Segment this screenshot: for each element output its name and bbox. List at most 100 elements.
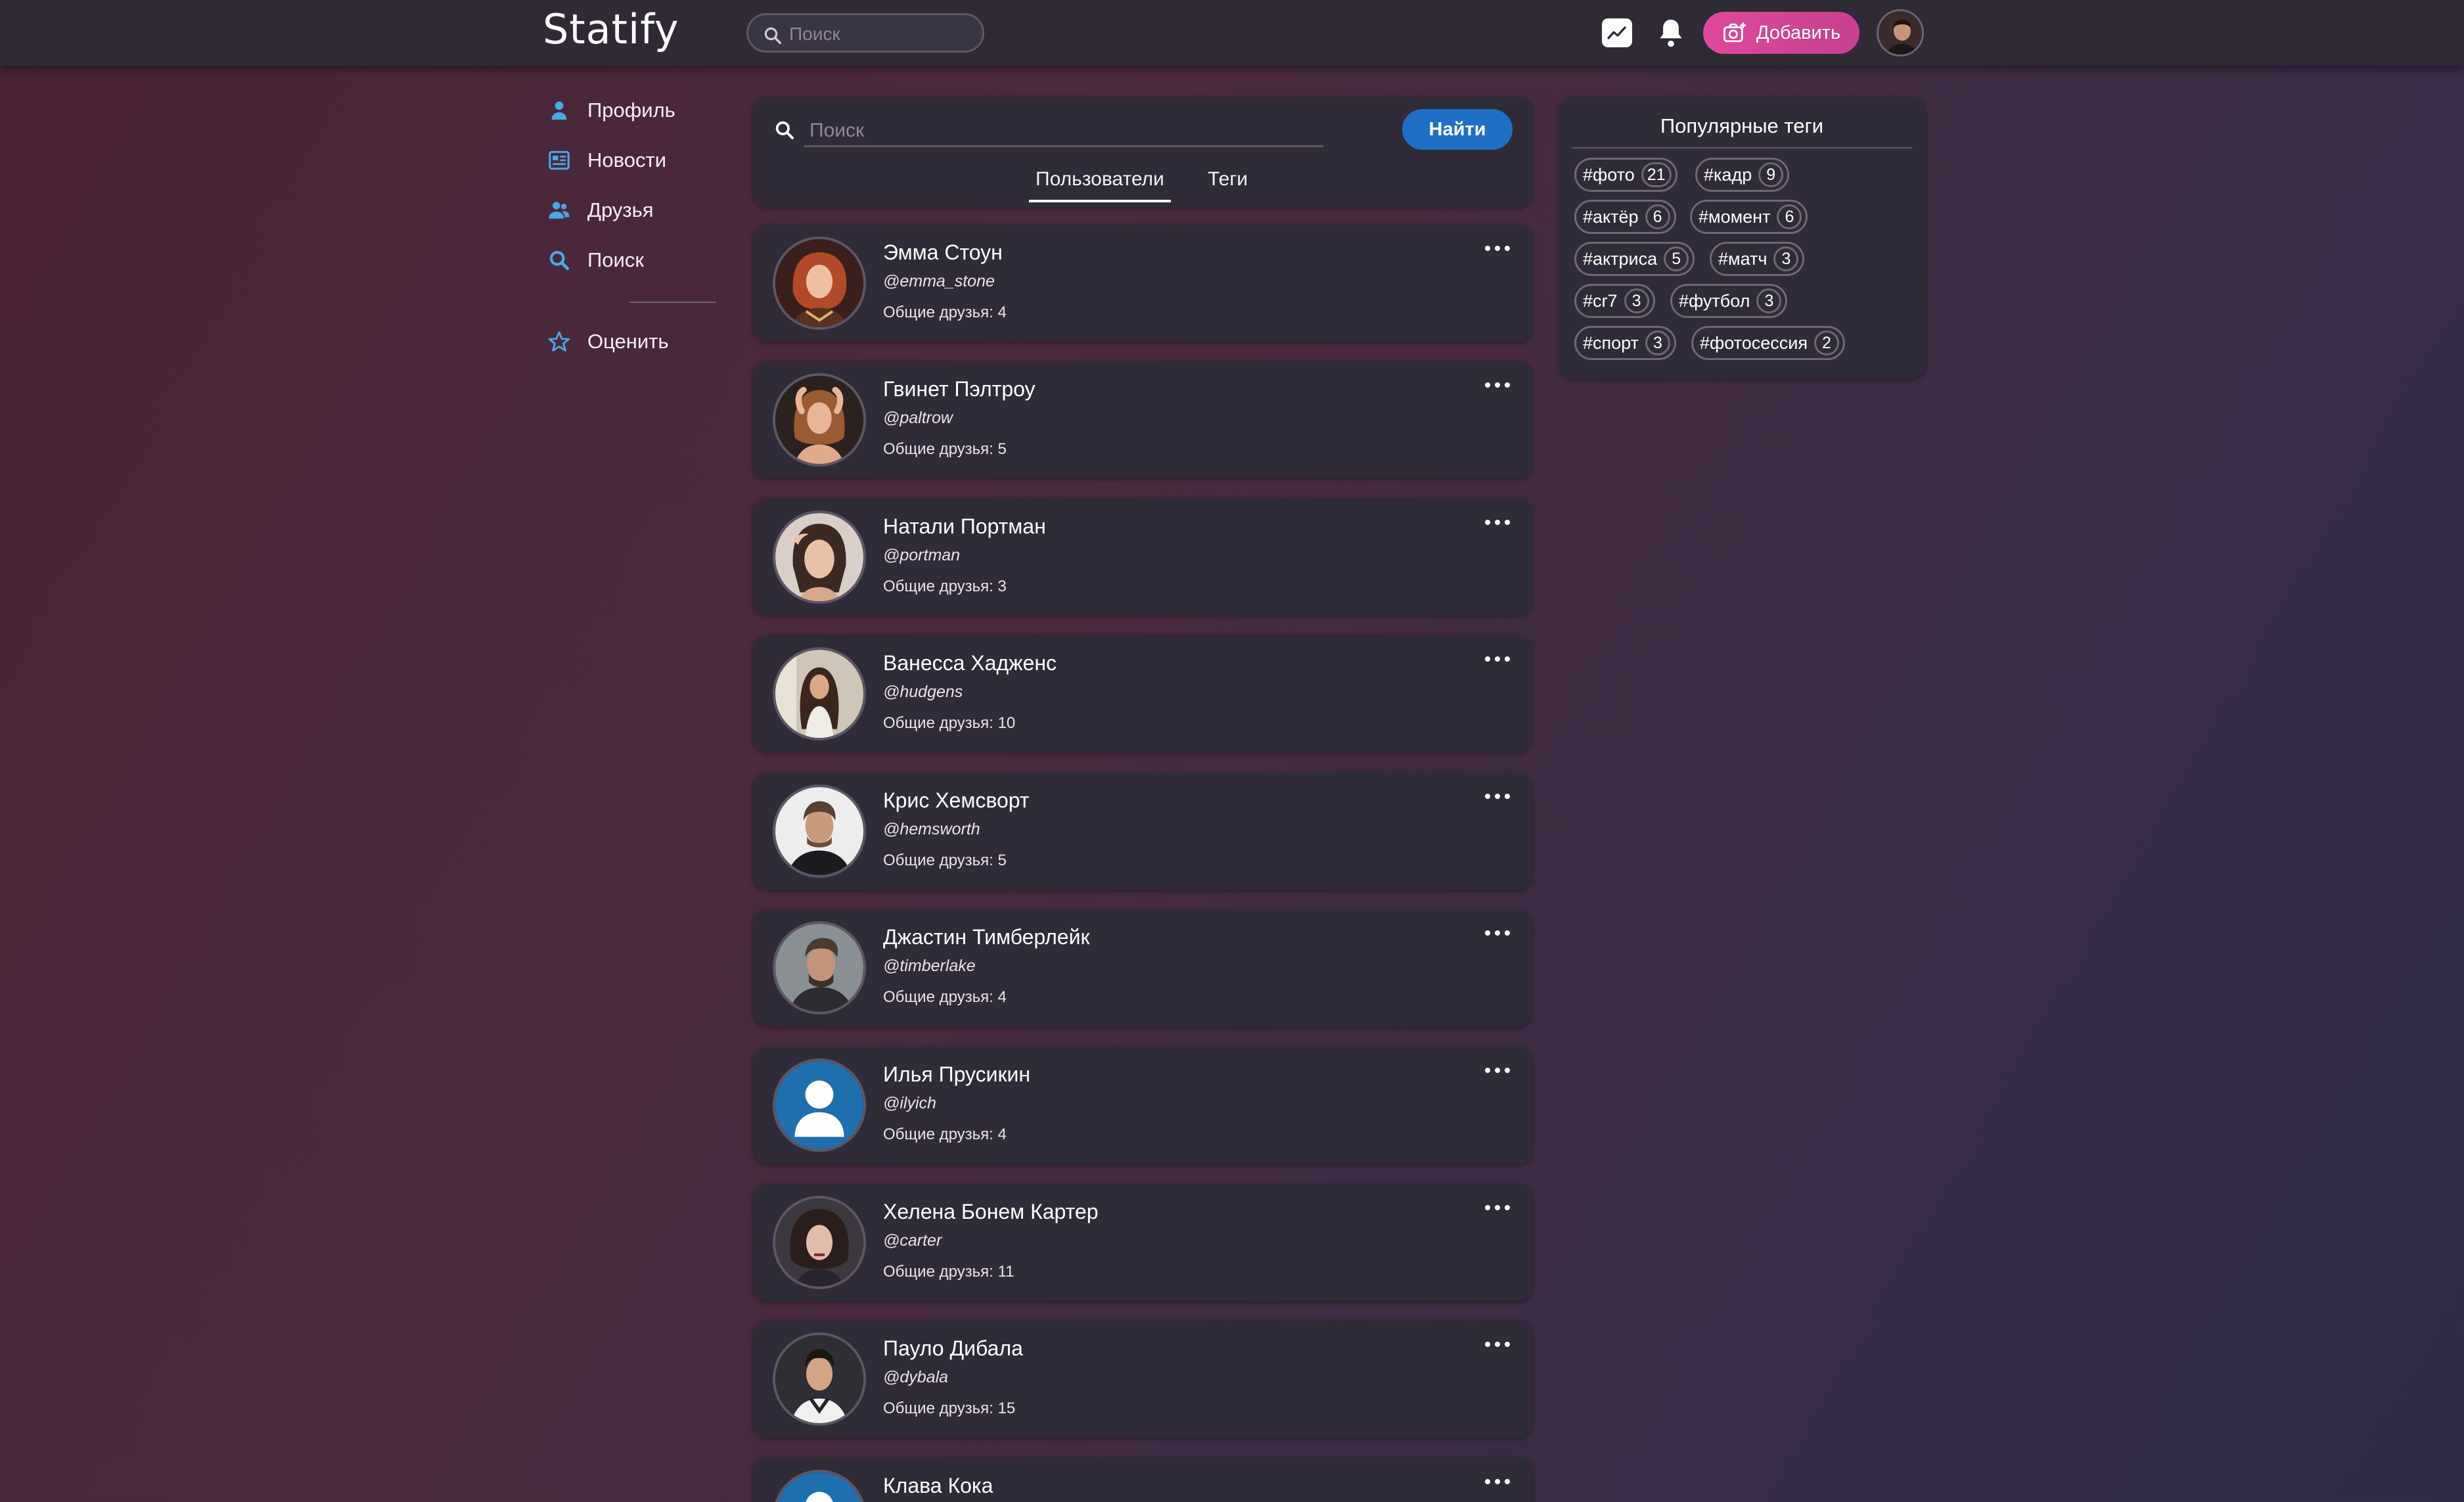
- user-card[interactable]: Хелена Бонем Картер @carter Общие друзья…: [753, 1184, 1532, 1301]
- tag-label: #кадр: [1704, 164, 1752, 185]
- popular-tags-title: Популярные теги: [1660, 114, 1824, 137]
- tag-count: 6: [1645, 204, 1670, 229]
- avatar[interactable]: [773, 647, 866, 740]
- add-button[interactable]: Добавить: [1703, 12, 1859, 54]
- avatar-photo: [775, 1335, 863, 1423]
- avatar[interactable]: [773, 1332, 866, 1426]
- user-name[interactable]: Ванесса Хадженс: [883, 651, 1057, 675]
- tag-chip[interactable]: #cr7 3: [1574, 284, 1655, 318]
- top-search-placeholder: Поиск: [789, 24, 840, 44]
- newspaper-icon: [549, 150, 570, 170]
- avatar-photo: [775, 924, 863, 1012]
- mutual-friends: Общие друзья: 4: [883, 1126, 1007, 1143]
- user-card[interactable]: Эмма Стоун @emma_stone Общие друзья: 4: [753, 225, 1532, 342]
- tag-chip[interactable]: #актёр 6: [1574, 200, 1676, 234]
- user-name[interactable]: Эмма Стоун: [883, 240, 1003, 265]
- more-icon[interactable]: [1484, 1339, 1511, 1350]
- tags-divider: [1572, 147, 1912, 148]
- tag-label: #матч: [1718, 248, 1768, 269]
- tag-label: #спорт: [1583, 332, 1639, 353]
- tag-chip[interactable]: #фото 21: [1574, 158, 1677, 192]
- user-handle: @emma_stone: [883, 272, 995, 290]
- notifications-button[interactable]: [1654, 16, 1687, 50]
- chart-icon: [1607, 26, 1626, 39]
- avatar[interactable]: [773, 237, 866, 330]
- user-card[interactable]: Пауло Дибала @dybala Общие друзья: 15: [753, 1321, 1532, 1438]
- more-icon[interactable]: [1484, 517, 1511, 528]
- tag-label: #актёр: [1583, 206, 1639, 227]
- user-name[interactable]: Хелена Бонем Картер: [883, 1200, 1098, 1224]
- stats-button[interactable]: [1602, 18, 1632, 47]
- user-name[interactable]: Илья Прусикин: [883, 1062, 1030, 1087]
- tab-users[interactable]: Пользователи: [1029, 168, 1171, 202]
- user-card[interactable]: Натали Портман @portman Общие друзья: 3: [753, 499, 1532, 616]
- sidebar-item-friends[interactable]: Друзья: [548, 198, 654, 222]
- user-name[interactable]: Крис Хемсворт: [883, 788, 1030, 813]
- sidebar-item-news[interactable]: Новости: [548, 148, 666, 172]
- mutual-friends: Общие друзья: 15: [883, 1400, 1016, 1417]
- find-button[interactable]: Найти: [1402, 109, 1513, 150]
- tag-chip[interactable]: #момент 6: [1690, 200, 1808, 234]
- user-handle: @ilyich: [883, 1094, 936, 1112]
- popular-tags-panel: Популярные теги #фото 21 #кадр 9 #актёр …: [1559, 97, 1925, 378]
- user-card[interactable]: Клава Кока: [753, 1458, 1532, 1502]
- tag-label: #фотосессия: [1700, 332, 1808, 353]
- mutual-friends: Общие друзья: 4: [883, 304, 1007, 321]
- mutual-friends: Общие друзья: 10: [883, 714, 1016, 732]
- more-icon[interactable]: [1484, 654, 1511, 664]
- user-card[interactable]: Гвинет Пэлтроу @paltrow Общие друзья: 5: [753, 361, 1532, 478]
- my-avatar[interactable]: [1877, 9, 1924, 57]
- avatar-photo: [775, 513, 863, 601]
- tag-count: 3: [1624, 288, 1649, 313]
- tag-chip[interactable]: #кадр 9: [1695, 158, 1790, 192]
- sidebar-item-search[interactable]: Поиск: [548, 248, 644, 272]
- avatar[interactable]: [773, 785, 866, 878]
- tag-chip[interactable]: #матч 3: [1710, 242, 1805, 276]
- tag-label: #cr7: [1583, 290, 1618, 311]
- tag-count: 21: [1641, 162, 1672, 187]
- user-card[interactable]: Илья Прусикин @ilyich Общие друзья: 4: [753, 1047, 1532, 1164]
- search-input[interactable]: Поиск: [804, 114, 1323, 147]
- user-name[interactable]: Натали Портман: [883, 514, 1046, 539]
- top-search-input[interactable]: Поиск: [746, 13, 984, 53]
- sidebar-item-rate[interactable]: Оценить: [548, 330, 669, 353]
- avatar[interactable]: [773, 921, 866, 1014]
- user-card[interactable]: Крис Хемсворт @hemsworth Общие друзья: 5: [753, 773, 1532, 890]
- more-icon[interactable]: [1484, 791, 1511, 802]
- search-icon: [775, 121, 794, 139]
- more-icon[interactable]: [1484, 380, 1511, 390]
- tag-chip[interactable]: #актриса 5: [1574, 242, 1695, 276]
- user-handle: @hemsworth: [883, 820, 980, 838]
- user-name[interactable]: Пауло Дибала: [883, 1336, 1023, 1361]
- tab-tags[interactable]: Теги: [1208, 168, 1248, 191]
- more-icon[interactable]: [1484, 1202, 1511, 1213]
- sidebar-item-label: Новости: [587, 148, 667, 171]
- avatar[interactable]: [773, 1470, 866, 1502]
- avatar[interactable]: [773, 1058, 866, 1152]
- tag-chip[interactable]: #футбол 3: [1670, 284, 1788, 318]
- tag-chip[interactable]: #спорт 3: [1574, 326, 1676, 360]
- user-handle: @dybala: [883, 1368, 949, 1386]
- tag-count: 6: [1777, 204, 1802, 229]
- sidebar-item-profile[interactable]: Профиль: [548, 99, 675, 122]
- avatar[interactable]: [773, 1196, 866, 1289]
- avatar-photo: [775, 1198, 863, 1286]
- search-icon: [764, 27, 781, 44]
- avatar[interactable]: [773, 511, 866, 604]
- user-handle: @paltrow: [883, 409, 953, 427]
- user-name[interactable]: Гвинет Пэлтроу: [883, 377, 1036, 401]
- user-name[interactable]: Клава Кока: [883, 1474, 993, 1498]
- app-logo[interactable]: Statify: [543, 5, 679, 53]
- more-icon[interactable]: [1484, 1065, 1511, 1076]
- more-icon[interactable]: [1484, 243, 1511, 254]
- mutual-friends: Общие друзья: 3: [883, 578, 1007, 595]
- avatar[interactable]: [773, 373, 866, 467]
- more-icon[interactable]: [1484, 1476, 1511, 1487]
- tag-count: 9: [1758, 162, 1784, 187]
- user-card[interactable]: Ванесса Хадженс @hudgens Общие друзья: 1…: [753, 635, 1532, 752]
- more-icon[interactable]: [1484, 928, 1511, 938]
- sidebar-item-label: Оценить: [587, 330, 669, 353]
- user-name[interactable]: Джастин Тимберлейк: [883, 925, 1089, 949]
- user-card[interactable]: Джастин Тимберлейк @timberlake Общие дру…: [753, 909, 1532, 1026]
- tag-chip[interactable]: #фотосессия 2: [1691, 326, 1845, 360]
